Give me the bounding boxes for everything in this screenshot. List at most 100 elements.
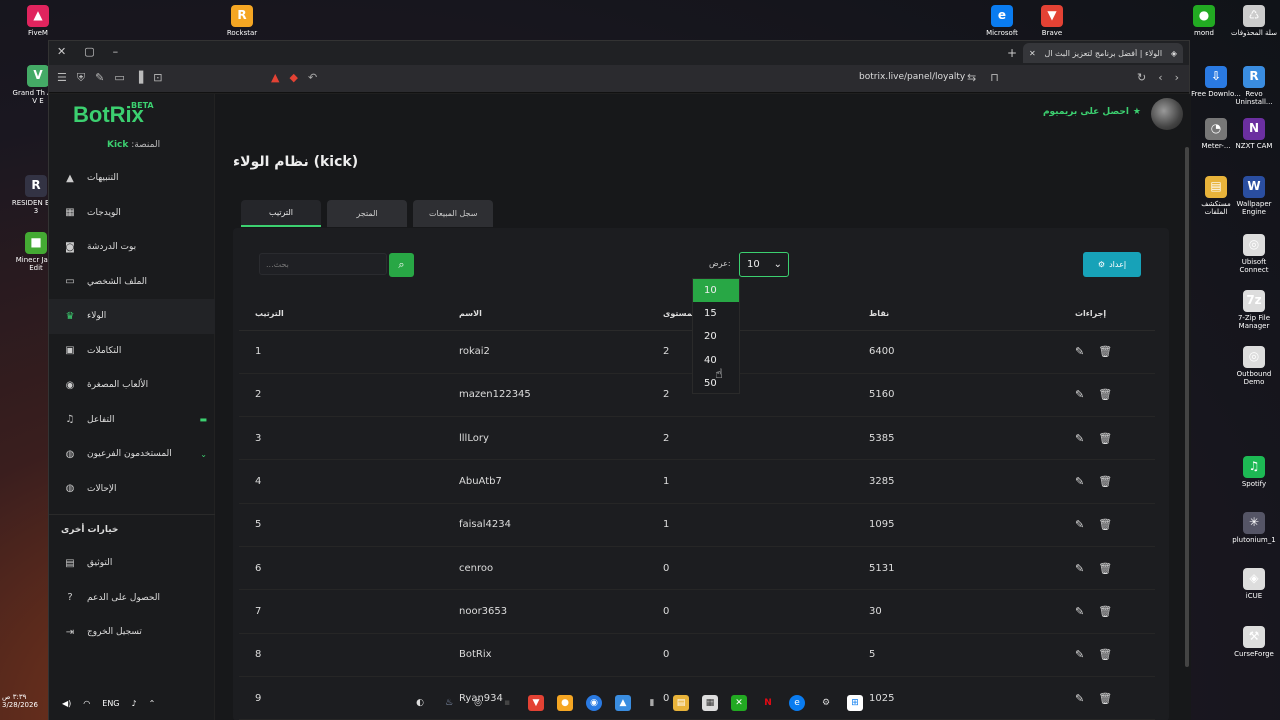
sidebar-item-help[interactable]: ? الحصول على الدعم <box>49 581 215 616</box>
desktop-icon-left-0[interactable]: ▲ FiveM <box>12 5 64 37</box>
sidebar-icon[interactable]: ▐ <box>135 71 143 85</box>
menu-icon[interactable]: ☰ <box>57 71 67 85</box>
brave-taskbar-icon[interactable]: ▼ <box>528 695 544 711</box>
close-tab-icon[interactable]: ✕ <box>1029 49 1036 58</box>
page-size-option[interactable]: 20 <box>693 325 739 348</box>
tray-chevron-icon[interactable]: ⌃ <box>149 699 156 708</box>
sidebar-item-alert[interactable]: ▲ التنبيهات <box>49 161 215 196</box>
browser-tab[interactable]: ✕ الولاء | أفضل برنامج لتعزيز البث ال ◈ <box>1023 43 1183 63</box>
wifi-icon[interactable]: ◠ <box>83 699 90 708</box>
desktop-icon-top-2[interactable]: ▼ Brave <box>1026 5 1078 37</box>
reload-icon[interactable]: ↻ <box>1137 71 1146 84</box>
blank-icon[interactable]: ▪ <box>499 695 515 711</box>
photos-icon[interactable]: ▲ <box>615 695 631 711</box>
sidebar-item-bot[interactable]: ◙ بوت الدردشة <box>49 230 215 265</box>
delete-icon[interactable]: 🗑 <box>1098 605 1112 618</box>
chat-icon[interactable]: ● <box>557 695 573 711</box>
shield-icon[interactable]: ⛨ <box>77 71 85 85</box>
clock[interactable]: ٣:٣٩ ص 3/28/2026 <box>2 693 38 710</box>
chrome-icon[interactable]: ◉ <box>586 695 602 711</box>
desktop-icon-right-7[interactable]: 7z 7-Zip File Manager <box>1228 290 1280 330</box>
settings-icon[interactable]: ⚙ <box>818 695 834 711</box>
file-explorer-icon[interactable]: ▤ <box>673 695 689 711</box>
start-icon[interactable]: ⊞ <box>847 695 863 711</box>
tab-sales-log[interactable]: سجل المبيعات <box>413 200 494 227</box>
netflix-icon[interactable]: N <box>760 695 776 711</box>
header-rank[interactable]: الترتيب <box>239 298 443 331</box>
edit-icon[interactable]: ✎ <box>1075 648 1084 661</box>
search-input[interactable]: بحث... <box>259 253 387 275</box>
forward-icon[interactable]: › <box>1175 71 1179 84</box>
edit-icon[interactable]: ✎ <box>1075 562 1084 575</box>
store-icon[interactable]: ▦ <box>702 695 718 711</box>
restore-window-icon[interactable]: ▢ <box>84 45 94 58</box>
search-button[interactable]: ⌕ <box>389 253 414 277</box>
new-tab-icon[interactable]: + <box>1007 46 1017 60</box>
extensions-icon[interactable]: ✎ <box>95 71 104 85</box>
avatar[interactable] <box>1151 98 1183 130</box>
desktop-icon-right-12[interactable]: ⚒ CurseForge <box>1228 626 1280 658</box>
delete-icon[interactable]: 🗑 <box>1098 562 1112 575</box>
edge-icon[interactable]: e <box>789 695 805 711</box>
edit-icon[interactable]: ✎ <box>1075 388 1084 401</box>
mic-icon[interactable]: ♪ <box>132 699 137 708</box>
delete-icon[interactable]: 🗑 <box>1098 518 1112 531</box>
delete-icon[interactable]: 🗑 <box>1098 648 1112 661</box>
brave-rewards-icon[interactable]: ▲ <box>271 71 279 84</box>
sidebar-item-gamepad[interactable]: ◉ الألعاب المصغرة <box>49 368 215 403</box>
desktop-icon-right-8[interactable]: ◎ Outbound Demo <box>1228 346 1280 386</box>
desktop-icon-right-11[interactable]: ◈ iCUE <box>1228 568 1280 600</box>
desktop-icon-right-5[interactable]: W Wallpaper Engine <box>1228 176 1280 216</box>
address-bar[interactable]: botrix.live/panel/loyalty <box>859 72 965 82</box>
header-level[interactable]: المستوى <box>647 298 853 331</box>
edit-icon[interactable]: ✎ <box>1075 345 1084 358</box>
share-icon[interactable]: ↶ <box>308 71 317 84</box>
desktop-icon-right-6[interactable]: ◎ Ubisoft Connect <box>1228 234 1280 274</box>
desktop-icon-right-10[interactable]: ✳ plutonium_1 <box>1228 512 1280 544</box>
sidebar-item-logout[interactable]: ⇥ تسجيل الخروج <box>49 615 215 650</box>
screenshot-icon[interactable]: ⊡ <box>153 71 162 85</box>
sidebar-item-widgets[interactable]: ▦ الويدجات <box>49 196 215 231</box>
delete-icon[interactable]: 🗑 <box>1098 432 1112 445</box>
copilot-icon[interactable]: ◐ <box>412 695 428 711</box>
bookmark-icon[interactable]: ⊓ <box>990 71 999 84</box>
desktop-icon-right-9[interactable]: ♫ Spotify <box>1228 456 1280 488</box>
edit-icon[interactable]: ✎ <box>1075 518 1084 531</box>
close-window-icon[interactable]: ✕ <box>57 45 66 58</box>
sidebar-item-referrals[interactable]: ◍ الإحالات <box>49 472 215 507</box>
page-size-option[interactable]: 10 <box>693 279 739 303</box>
device-icon[interactable]: ▮ <box>644 695 660 711</box>
setup-button[interactable]: ⚙ إعداد <box>1083 252 1141 277</box>
delete-icon[interactable]: 🗑 <box>1098 475 1112 488</box>
tab-ranking[interactable]: الترتيب <box>241 200 321 227</box>
steam-icon[interactable]: ♨ <box>441 695 457 711</box>
sidebar-item-users[interactable]: ◍ المستخدمون الفرعيون ⌄ <box>49 437 215 472</box>
page-size-select[interactable]: 10 ⌄ <box>739 252 789 277</box>
desktop-icon-top-3[interactable]: ● mond <box>1178 5 1230 37</box>
xbox-icon[interactable]: ✕ <box>731 695 747 711</box>
minimize-window-icon[interactable]: – <box>113 45 119 58</box>
premium-link[interactable]: احصل على بريميوم ★ <box>1043 107 1141 117</box>
sidebar-item-music[interactable]: ♫ التفاعل ▬ <box>49 403 215 438</box>
sidebar-item-integrations[interactable]: ▣ التكاملات <box>49 334 215 369</box>
tab-store[interactable]: المتجر <box>327 200 407 227</box>
language-indicator[interactable]: ENG <box>102 699 119 708</box>
header-name[interactable]: الاسم <box>443 298 647 331</box>
desktop-icon-top-4[interactable]: ♺ سلة المحذوفات <box>1228 5 1280 37</box>
desktop-icon-right-3[interactable]: N NZXT CAM <box>1228 118 1280 150</box>
translate-icon[interactable]: ⇆ <box>967 71 976 84</box>
page-scrollbar[interactable] <box>1185 147 1189 667</box>
volume-icon[interactable]: ◀) <box>62 699 71 708</box>
back-icon[interactable]: ‹ <box>1158 71 1162 84</box>
brave-shields-icon[interactable]: ◆ <box>289 71 297 84</box>
desktop-icon-right-1[interactable]: R Revo Uninstall... <box>1228 66 1280 106</box>
header-points[interactable]: نقاط <box>853 298 1059 331</box>
sidebar-item-trophy[interactable]: ♛ الولاء <box>49 299 215 334</box>
page-size-option[interactable]: 15 <box>693 302 739 325</box>
sidebar-item-profile[interactable]: ▭ الملف الشخصي <box>49 265 215 300</box>
desktop-icon-top-0[interactable]: R Rockstar <box>216 5 268 37</box>
delete-icon[interactable]: 🗑 <box>1098 388 1112 401</box>
obs-icon[interactable]: ◎ <box>470 695 486 711</box>
sidebar-item-docs[interactable]: ▤ التوثيق <box>49 546 215 581</box>
edit-icon[interactable]: ✎ <box>1075 605 1084 618</box>
